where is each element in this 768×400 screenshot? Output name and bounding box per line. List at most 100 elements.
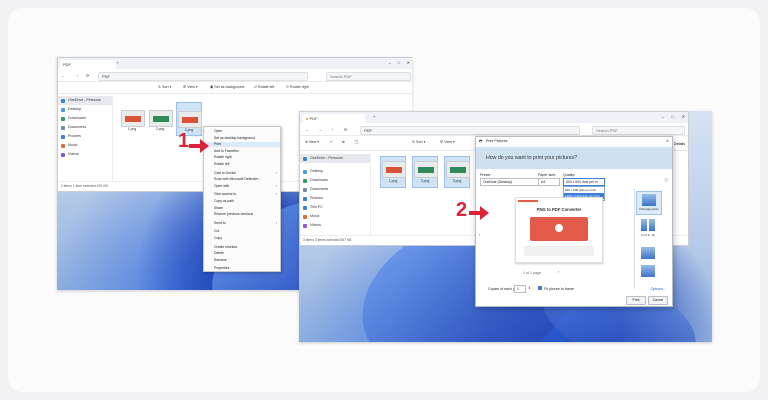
up-icon[interactable]: ↑ [331, 127, 333, 132]
rotate-left-button[interactable]: ↺ Rotate left [254, 85, 274, 89]
address-bar[interactable]: PDF [360, 126, 580, 135]
context-menu-item[interactable]: Copy as path [204, 199, 280, 204]
back-icon[interactable]: ← [305, 127, 309, 132]
copy-icon[interactable]: ⧉ [342, 140, 345, 144]
sidebar-item-pictures[interactable]: Pictures [300, 194, 370, 203]
context-menu-item[interactable]: Send to › [204, 221, 280, 226]
copies-input[interactable]: 1 [514, 285, 526, 293]
sidebar-item-desktop[interactable]: Desktop [58, 105, 112, 114]
search-input[interactable]: Search PDF [592, 126, 685, 135]
context-menu-item[interactable]: Share [204, 206, 280, 211]
sort-button[interactable]: ⇅ Sort ▾ [412, 140, 425, 144]
sort-button[interactable]: ⇅ Sort ▾ [158, 85, 171, 89]
quality-select[interactable]: 600 x 600 dots per in [563, 178, 605, 186]
context-menu-item[interactable]: Copy [204, 236, 280, 241]
copies-value: 1 [517, 287, 519, 291]
sidebar-item-onedrive[interactable]: OneDrive - Personal [300, 154, 370, 163]
context-menu-item[interactable]: Rotate right [204, 155, 280, 160]
view-button[interactable]: ☰ View ▾ [440, 140, 455, 144]
cancel-button[interactable]: Cancel [648, 296, 668, 305]
printer-select[interactable]: OneNote (Desktop) [480, 178, 539, 186]
address-bar[interactable]: PDF [98, 72, 308, 81]
paper-size-select[interactable]: A4 [538, 178, 560, 186]
file-item-selected[interactable]: 1.png [380, 156, 406, 188]
sidebar-item-this-pc[interactable]: This PC [300, 203, 370, 212]
sidebar-item-pictures[interactable]: Pictures [58, 132, 112, 141]
right-screenshot: ■ PDF + – □ ✕ ← → ↑ ⟳ PDF Search PDF ⊕ N… [299, 111, 712, 342]
layout-option[interactable] [641, 265, 655, 277]
tab-pdf[interactable]: ■ PDF [303, 114, 365, 123]
dialog-close-button[interactable]: ✕ [666, 137, 669, 146]
new-tab-button[interactable]: + [373, 114, 375, 119]
sidebar-item-documents[interactable]: Documents [300, 185, 370, 194]
file-item-selected[interactable]: 3.png [444, 156, 470, 188]
rotate-right-button[interactable]: ↻ Rotate right [286, 85, 309, 89]
context-menu-item[interactable]: Rename [204, 258, 280, 263]
sidebar-item-music[interactable]: Music [58, 141, 112, 150]
prev-page-icon[interactable]: ‹ [479, 233, 480, 237]
paste-icon[interactable]: 📋 [354, 140, 358, 144]
minimize-button[interactable]: – [662, 114, 664, 119]
context-menu-item[interactable]: Open [204, 129, 280, 134]
layout-4x6[interactable]: 4 x 6 in. (2) [636, 219, 660, 241]
set-background-button[interactable]: ▣ Set as background [210, 85, 244, 89]
context-menu-item[interactable]: Set as desktop background [204, 136, 280, 141]
download-icon [61, 116, 65, 121]
cut-icon[interactable]: ✂ [330, 140, 333, 144]
context-menu-item[interactable]: Add to Favorites [204, 149, 280, 154]
minimize-button[interactable]: – [389, 60, 391, 65]
refresh-icon[interactable]: ⟳ [86, 73, 89, 78]
sidebar-item-videos[interactable]: Videos [58, 150, 112, 159]
context-menu-item[interactable]: Properties [204, 266, 280, 271]
file-item[interactable]: 1.png [120, 110, 145, 136]
context-menu-item[interactable]: Give access to › [204, 192, 280, 197]
layout-full-page[interactable]: Full page photo [636, 191, 662, 215]
close-button[interactable]: ✕ [407, 60, 410, 65]
details-button[interactable]: Details [674, 142, 685, 146]
sidebar-item-videos[interactable]: Videos [300, 221, 370, 230]
context-menu-item[interactable]: Rotate left [204, 162, 280, 167]
title-bar: ■ PDF + – □ ✕ [300, 112, 688, 123]
sidebar-item-music[interactable]: Music [300, 212, 370, 221]
new-button[interactable]: ⊕ New ▾ [305, 140, 319, 144]
sidebar-item-downloads[interactable]: Downloads [58, 114, 112, 123]
layout-option[interactable] [641, 247, 655, 259]
fit-checkbox[interactable] [538, 286, 542, 290]
sidebar-label: Desktop [310, 169, 324, 173]
sidebar-item-downloads[interactable]: Downloads [300, 176, 370, 185]
context-menu-item[interactable]: Restore previous versions [204, 212, 280, 217]
help-icon[interactable]: ⓘ [664, 178, 668, 183]
context-menu-item[interactable]: Print [204, 142, 280, 148]
options-link[interactable]: Options... [651, 287, 666, 291]
sidebar-item-documents[interactable]: Documents [58, 123, 112, 132]
context-menu-item[interactable]: Cut [204, 229, 280, 234]
forward-icon[interactable]: → [318, 127, 322, 132]
print-button[interactable]: Print [626, 296, 646, 305]
up-icon[interactable]: ↑ [76, 73, 78, 78]
thumbnail-art [418, 167, 434, 173]
maximize-button[interactable]: □ [672, 114, 674, 119]
close-button[interactable]: ✕ [682, 114, 685, 119]
context-menu-item[interactable]: Delete [204, 251, 280, 256]
search-input[interactable]: Search PDF [326, 72, 411, 81]
view-button[interactable]: ☰ View ▾ [183, 85, 198, 89]
dialog-titlebar: 🖶 Print Pictures ✕ [476, 137, 672, 146]
file-item-selected[interactable]: 2.png [412, 156, 438, 188]
copies-stepper[interactable]: ⇕ [528, 286, 531, 290]
context-menu-item[interactable]: Create shortcut [204, 245, 280, 250]
refresh-icon[interactable]: ⟳ [344, 127, 347, 132]
file-item[interactable]: 2.png [148, 110, 173, 136]
command-bar: ⇅ Sort ▾ ☰ View ▾ ▣ Set as background ↺ … [58, 82, 412, 94]
back-icon[interactable]: ← [61, 73, 65, 78]
sidebar-item-desktop[interactable]: Desktop [300, 167, 370, 176]
view-label: View [444, 140, 452, 144]
tab-pdf[interactable]: PDF [60, 60, 116, 69]
sidebar-item-onedrive[interactable]: OneDrive - Personal [58, 96, 112, 105]
context-menu-item[interactable]: Cast to Device › [204, 171, 280, 176]
context-menu-item[interactable]: Scan with Microsoft Defender... [204, 177, 280, 182]
maximize-button[interactable]: □ [398, 60, 400, 65]
next-page-icon[interactable]: › [558, 270, 559, 274]
context-menu-item[interactable]: Open with › [204, 184, 280, 189]
new-tab-button[interactable]: + [116, 60, 118, 65]
search-placeholder: Search PDF [330, 74, 352, 79]
